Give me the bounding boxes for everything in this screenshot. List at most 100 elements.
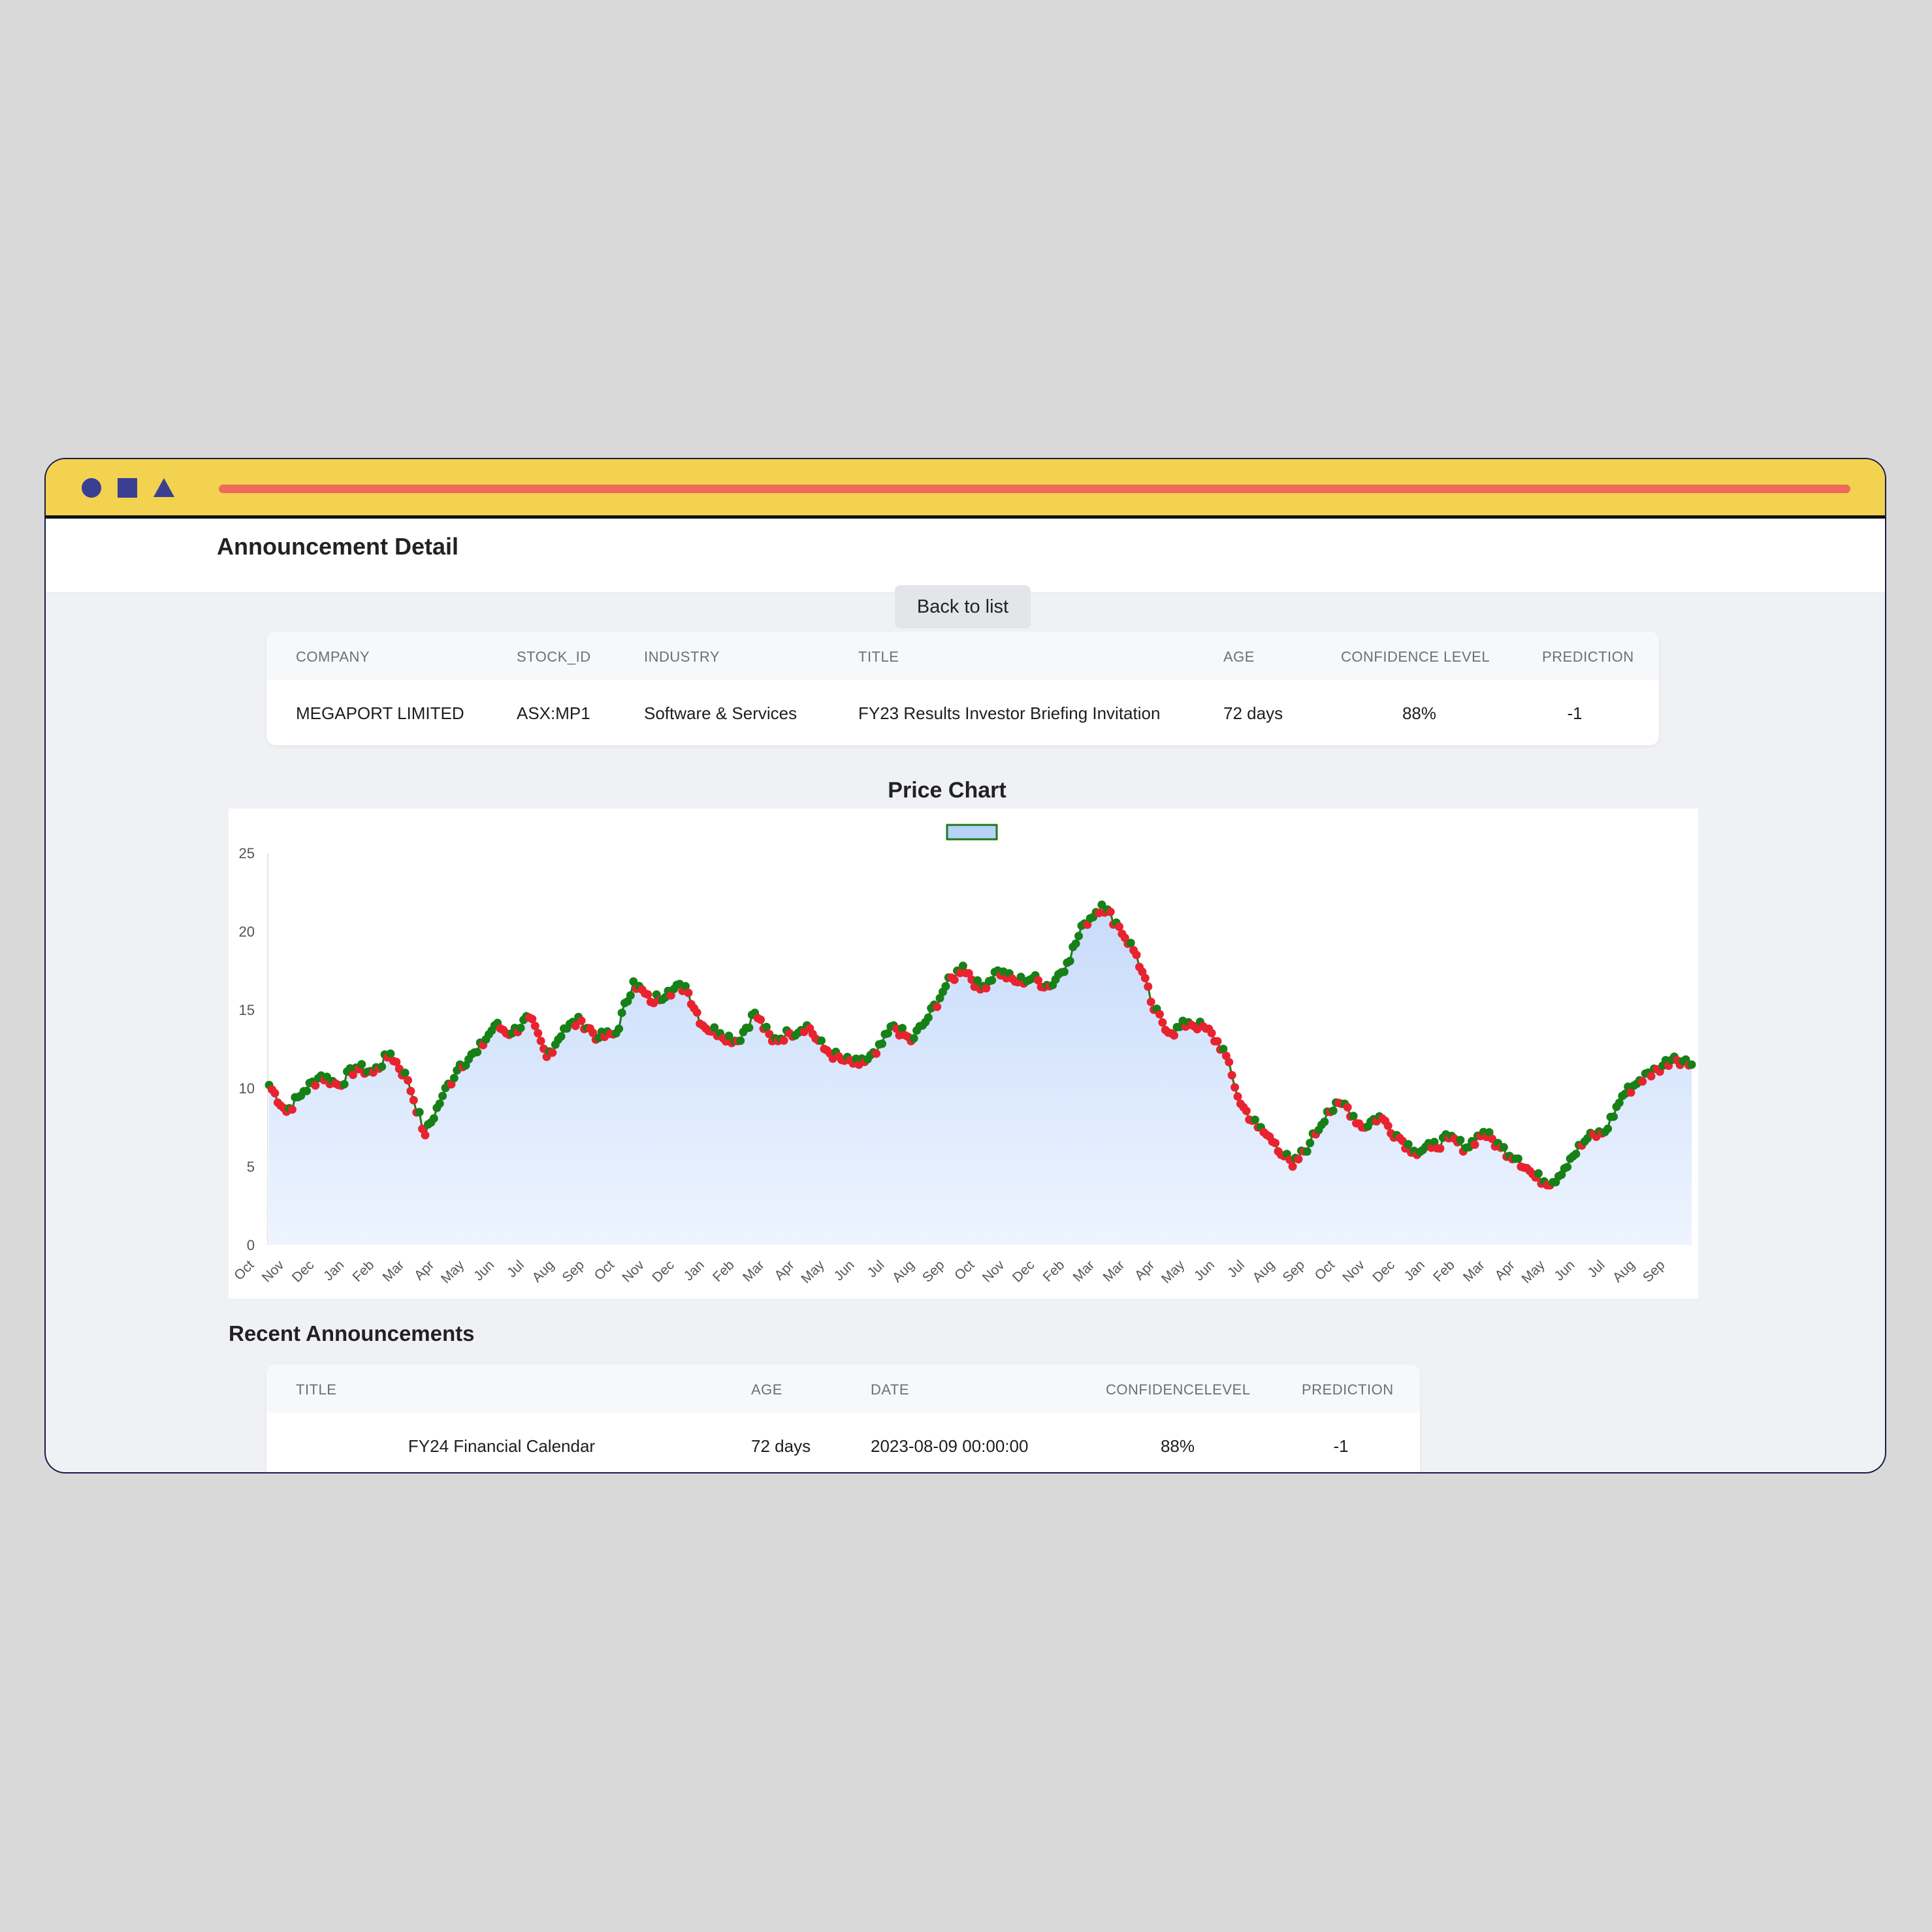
price-point <box>779 1036 788 1045</box>
recent-announcements-table: TITLE AGE DATE CONFIDENCELEVEL PREDICTIO… <box>266 1364 1420 1472</box>
price-point <box>1320 1118 1329 1126</box>
price-point <box>626 991 635 1000</box>
cell-age: 72 days <box>1223 703 1283 723</box>
price-point <box>1534 1169 1543 1178</box>
x-tick-label: Nov <box>259 1257 287 1285</box>
column-header-title: TITLE <box>296 1381 337 1398</box>
cell-stock-id: ASX:MP1 <box>517 703 590 723</box>
window-titlebar <box>46 459 1885 519</box>
cell-title: FY23 Results Investor Briefing Invitatio… <box>858 703 1161 723</box>
recent-announcements-title: Recent Announcements <box>229 1321 475 1345</box>
price-point <box>357 1060 366 1069</box>
price-point <box>1271 1138 1280 1148</box>
price-point <box>1288 1162 1297 1171</box>
announcement-detail-table: COMPANY STOCK_ID INDUSTRY TITLE AGE CONF… <box>266 632 1659 745</box>
x-tick-label: Jun <box>471 1257 497 1283</box>
y-tick-label: 0 <box>247 1237 255 1253</box>
x-tick-label: Apr <box>771 1257 797 1283</box>
x-tick-label: Jul <box>1225 1257 1248 1280</box>
price-point <box>548 1048 557 1057</box>
x-tick-label: Oct <box>231 1257 257 1283</box>
x-tick-label: Apr <box>1132 1257 1157 1283</box>
price-point <box>1436 1144 1445 1153</box>
price-point <box>1225 1057 1234 1067</box>
x-tick-label: May <box>798 1257 828 1287</box>
price-point <box>1231 1083 1240 1092</box>
price-point <box>473 1048 482 1057</box>
cell-age: 72 days <box>751 1436 811 1456</box>
price-point <box>817 1036 826 1045</box>
price-point <box>1638 1077 1647 1086</box>
x-tick-label: Dec <box>1010 1257 1038 1285</box>
app-window: Announcement Detail Back to list COMPANY… <box>46 459 1885 1472</box>
table-header: TITLE AGE DATE CONFIDENCELEVEL PREDICTIO… <box>266 1364 1420 1413</box>
price-point <box>1571 1150 1581 1159</box>
x-tick-label: Jun <box>1191 1257 1217 1283</box>
price-point <box>1251 1116 1259 1124</box>
price-point <box>1126 939 1135 948</box>
y-tick-label: 20 <box>239 924 255 940</box>
x-tick-label: Jun <box>831 1257 857 1283</box>
cell-industry: Software & Services <box>644 703 797 723</box>
price-point <box>924 1013 933 1022</box>
price-point <box>302 1086 311 1095</box>
price-point <box>1306 1138 1315 1148</box>
cell-confidence-level: 88% <box>1402 703 1437 723</box>
price-point <box>736 1036 745 1045</box>
price-point <box>878 1039 886 1048</box>
price-point <box>1294 1155 1303 1164</box>
price-point <box>1563 1163 1572 1172</box>
price-point <box>1242 1106 1251 1116</box>
x-tick-label: Aug <box>529 1257 557 1285</box>
price-point <box>340 1080 349 1089</box>
price-point <box>1132 950 1141 959</box>
x-tick-label: Aug <box>1610 1257 1638 1285</box>
column-header-industry: INDUSTRY <box>644 649 720 665</box>
x-tick-label: Oct <box>1312 1257 1338 1283</box>
chart-title: Price Chart <box>888 778 1006 803</box>
table-header: COMPANY STOCK_ID INDUSTRY TITLE AGE CONF… <box>266 632 1659 680</box>
price-point <box>1059 967 1069 976</box>
x-tick-label: Dec <box>649 1257 677 1285</box>
column-header-date: DATE <box>871 1381 910 1398</box>
address-bar <box>219 485 1850 493</box>
x-tick-label: Mar <box>379 1257 407 1285</box>
x-tick-label: Apr <box>1492 1257 1517 1283</box>
x-tick-label: Sep <box>1280 1257 1308 1285</box>
price-chart: 0 5 10 15 20 25 Oct Nov Dec Jan Feb Mar Apr May Jun Jul… <box>229 809 1698 1298</box>
price-point <box>950 975 959 984</box>
y-tick-label: 5 <box>247 1159 255 1175</box>
y-tick-label: 25 <box>239 845 255 861</box>
x-tick-label: Jan <box>681 1257 707 1283</box>
price-point <box>530 1022 539 1031</box>
price-point <box>1213 1037 1222 1046</box>
price-point <box>1343 1103 1352 1112</box>
price-point <box>1383 1121 1393 1131</box>
price-point <box>409 1096 418 1104</box>
x-tick-label: Dec <box>1370 1257 1398 1285</box>
x-tick-label: Mar <box>740 1257 767 1285</box>
price-point <box>516 1023 525 1033</box>
price-point <box>684 988 693 997</box>
price-point <box>287 1105 297 1114</box>
price-point <box>1687 1060 1696 1069</box>
price-point <box>404 1076 412 1085</box>
price-point <box>429 1114 438 1123</box>
price-point <box>1647 1072 1656 1081</box>
cell-prediction: -1 <box>1333 1436 1349 1456</box>
x-tick-label: Mar <box>1460 1257 1488 1285</box>
price-point <box>438 1091 447 1101</box>
price-point <box>909 1034 918 1043</box>
x-tick-label: May <box>1159 1257 1188 1287</box>
x-tick-label: Mar <box>1071 1257 1098 1285</box>
price-point <box>536 1037 545 1046</box>
price-point <box>1513 1154 1522 1163</box>
x-tick-label: Oct <box>952 1257 977 1283</box>
x-tick-label: Jun <box>1551 1257 1577 1283</box>
price-point <box>988 976 997 985</box>
price-point <box>617 1008 626 1018</box>
back-to-list-button[interactable]: Back to list <box>895 585 1031 628</box>
square-icon <box>118 478 137 498</box>
price-point <box>449 1074 459 1083</box>
column-header-prediction: PREDICTION <box>1542 649 1634 665</box>
